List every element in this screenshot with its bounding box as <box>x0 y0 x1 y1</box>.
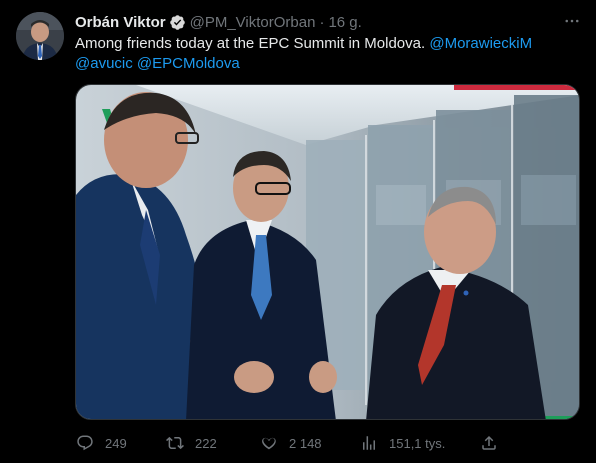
retweet-count: 222 <box>195 435 217 451</box>
retweet-button[interactable]: 222 <box>165 432 217 454</box>
views-count: 151,1 tys. <box>389 435 446 451</box>
accent-stripe-red <box>454 85 579 90</box>
separator-dot: · <box>319 13 325 31</box>
reply-button[interactable]: 249 <box>75 432 127 454</box>
handle[interactable]: @PM_ViktorOrban <box>190 14 316 31</box>
mention-link[interactable]: @avucic <box>75 55 133 72</box>
verified-badge-icon[interactable] <box>169 14 186 31</box>
tweet[interactable]: Orbán Viktor @PM_ViktorOrban · 16 g. Amo… <box>0 0 596 463</box>
timestamp[interactable]: 16 g. <box>328 14 361 31</box>
reply-icon <box>75 433 95 453</box>
share-icon <box>479 433 499 453</box>
like-button[interactable]: 2 148 <box>259 432 322 454</box>
retweet-icon <box>165 433 185 453</box>
share-button[interactable] <box>479 432 509 454</box>
photo-image <box>76 85 579 419</box>
heart-icon <box>259 433 279 453</box>
tweet-header: Orbán Viktor @PM_ViktorOrban · 16 g. <box>75 12 362 32</box>
avatar-photo <box>16 12 64 60</box>
reply-count: 249 <box>105 435 127 451</box>
mention-link[interactable]: @MorawieckiM <box>429 35 532 52</box>
views-chart-icon <box>359 433 379 453</box>
avatar[interactable] <box>16 12 64 60</box>
tweet-text-body: Among friends today at the EPC Summit in… <box>75 35 426 52</box>
more-dots-icon[interactable] <box>560 10 584 32</box>
mention-link[interactable]: @EPCMoldova <box>137 55 240 72</box>
tweet-photo[interactable] <box>75 84 580 420</box>
action-bar: 249 222 2 148 151,1 tys. <box>75 432 580 454</box>
views-button[interactable]: 151,1 tys. <box>359 432 445 454</box>
display-name[interactable]: Orbán Viktor <box>75 14 166 31</box>
like-count: 2 148 <box>289 435 322 451</box>
tweet-text: Among friends today at the EPC Summit in… <box>75 34 575 74</box>
